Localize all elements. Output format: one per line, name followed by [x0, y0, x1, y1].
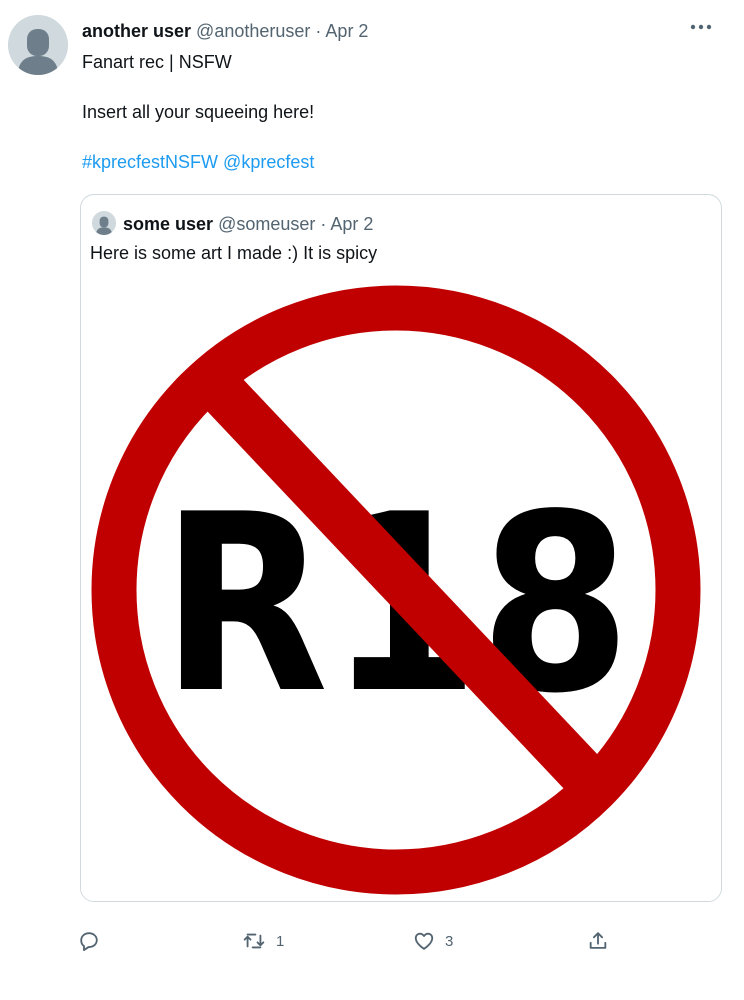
- quoted-header-separator: ·: [320, 214, 327, 234]
- share-icon: [589, 932, 607, 949]
- retweet-icon: [243, 933, 265, 949]
- quoted-tweet[interactable]: some user @someuser · Apr 2 Here is some…: [80, 194, 722, 902]
- like-button[interactable]: 3: [413, 925, 453, 957]
- reply-icon: [80, 932, 98, 951]
- quoted-author-handle[interactable]: @someuser: [218, 214, 315, 234]
- like-icon: [414, 932, 434, 950]
- retweet-button[interactable]: 1: [242, 925, 284, 957]
- tweet-header: another user @anotheruser · Apr 2: [82, 20, 368, 42]
- hashtag-link[interactable]: #kprecfestNSFW: [82, 152, 218, 172]
- quoted-media-image[interactable]: R18: [81, 277, 721, 901]
- tweet-date[interactable]: Apr 2: [325, 21, 368, 41]
- quoted-tweet-header: some user @someuser · Apr 2: [123, 213, 373, 235]
- more-options-button[interactable]: [688, 14, 714, 40]
- quoted-tweet-text: Here is some art I made :) It is spicy: [90, 243, 378, 263]
- like-count: 3: [445, 932, 454, 950]
- prohibition-sign-icon: R18: [81, 277, 721, 901]
- default-avatar-icon: [92, 211, 116, 235]
- default-avatar-icon: [8, 15, 68, 75]
- reply-button[interactable]: [78, 925, 110, 957]
- share-button[interactable]: [587, 925, 609, 957]
- tweet-text-line-1: Fanart rec | NSFW: [82, 52, 232, 72]
- quoted-author-name[interactable]: some user: [123, 214, 213, 234]
- mention-link[interactable]: @kprecfest: [223, 152, 314, 172]
- header-separator: ·: [315, 21, 322, 41]
- author-handle[interactable]: @anotheruser: [196, 21, 310, 41]
- tweet-action-bar: 1 3: [0, 925, 744, 957]
- author-name[interactable]: another user: [82, 21, 191, 41]
- tweet-text-line-2: Insert all your squeeing here!: [82, 102, 315, 122]
- ellipsis-icon: [690, 24, 712, 30]
- author-avatar[interactable]: [8, 15, 68, 75]
- retweet-count: 1: [276, 932, 285, 950]
- quoted-author-avatar[interactable]: [92, 211, 116, 235]
- quoted-tweet-date[interactable]: Apr 2: [330, 214, 373, 234]
- tweet-tags-line: #kprecfestNSFW @kprecfest: [82, 151, 314, 173]
